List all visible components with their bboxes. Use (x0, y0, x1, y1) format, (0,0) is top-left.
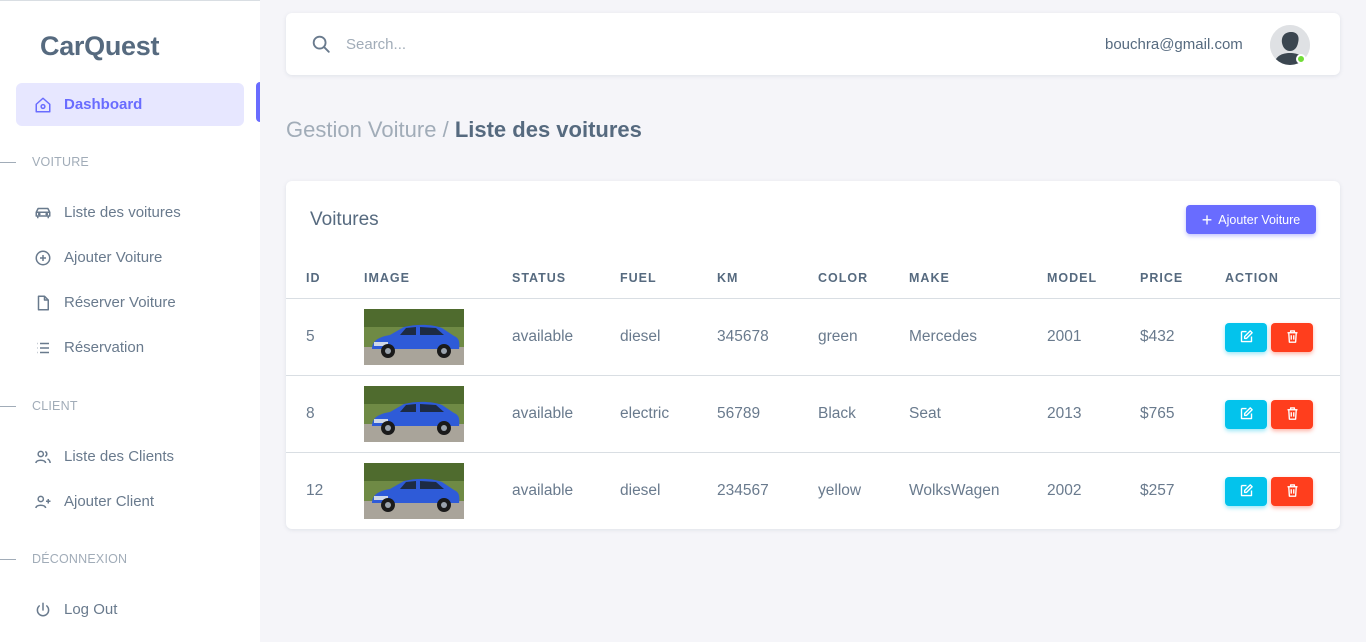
card-title: Voitures (310, 209, 379, 230)
cell-id: 12 (306, 482, 324, 499)
sidebar-item-reserver-voiture[interactable]: Réserver Voiture (16, 281, 244, 324)
column-header-action: ACTION (1225, 271, 1279, 285)
table-row: 8 available electric 56789 Black Seat 20… (286, 376, 1340, 453)
delete-button[interactable] (1271, 400, 1313, 429)
cell-model: 2002 (1047, 482, 1082, 499)
breadcrumb-parent[interactable]: Gestion Voiture (286, 117, 436, 142)
edit-button[interactable] (1225, 323, 1267, 352)
trash-icon (1285, 406, 1300, 424)
top-navbar: bouchra@gmail.com (286, 13, 1340, 75)
menu-header-client: CLIENT (0, 398, 260, 414)
trash-icon (1285, 483, 1300, 501)
plus-icon: + (1201, 209, 1213, 230)
sidebar-item-dashboard[interactable]: Dashboard (16, 83, 244, 126)
sidebar-item-label: Log Out (64, 601, 118, 618)
column-header-make: MAKE (909, 271, 950, 285)
cell-id: 5 (306, 328, 315, 345)
edit-icon (1239, 406, 1254, 424)
add-car-button[interactable]: + Ajouter Voiture (1186, 205, 1316, 234)
sidebar-item-label: Liste des Clients (64, 448, 175, 465)
cell-price: $257 (1140, 482, 1175, 499)
trash-icon (1285, 329, 1300, 347)
car-image (364, 463, 464, 519)
cell-id: 8 (306, 405, 315, 422)
sidebar: CarQuest Dashboard VOITURE Liste des voi… (0, 0, 260, 642)
car-image (364, 309, 464, 365)
user-email: bouchra@gmail.com (1105, 36, 1243, 53)
cell-fuel: electric (620, 405, 670, 422)
cell-status: available (512, 482, 574, 499)
cell-make: Seat (909, 405, 941, 422)
search-input[interactable] (346, 31, 746, 57)
cell-status: available (512, 328, 574, 345)
list-icon (34, 339, 52, 357)
sidebar-item-label: Réserver Voiture (64, 294, 176, 311)
car-icon (34, 204, 52, 222)
delete-button[interactable] (1271, 323, 1313, 352)
sidebar-item-label: Dashboard (64, 96, 143, 113)
sidebar-item-label: Ajouter Voiture (64, 249, 163, 266)
column-header-status: STATUS (512, 271, 567, 285)
column-header-fuel: FUEL (620, 271, 657, 285)
sidebar-item-logout[interactable]: Log Out (16, 588, 244, 631)
cell-make: Mercedes (909, 328, 978, 345)
menu-header-deconnexion: DÉCONNEXION (0, 551, 260, 567)
edit-button[interactable] (1225, 400, 1267, 429)
cell-make: WolksWagen (909, 482, 1000, 499)
cell-km: 345678 (717, 328, 769, 345)
sidebar-item-liste-clients[interactable]: Liste des Clients (16, 435, 244, 478)
page-title: Liste des voitures (454, 117, 642, 142)
cell-color: green (818, 328, 858, 345)
user-plus-icon (34, 493, 52, 511)
sidebar-item-liste-voitures[interactable]: Liste des voitures (16, 191, 244, 234)
cell-fuel: diesel (620, 328, 661, 345)
cell-color: yellow (818, 482, 862, 499)
table-row: 5 available diesel 345678 green Mercedes… (286, 299, 1340, 376)
edit-icon (1239, 329, 1254, 347)
cell-price: $432 (1140, 328, 1175, 345)
edit-icon (1239, 483, 1254, 501)
brand-logo[interactable]: CarQuest (40, 31, 159, 62)
menu-header-voiture: VOITURE (0, 154, 260, 170)
column-header-image: IMAGE (364, 271, 410, 285)
column-header-id: ID (306, 271, 321, 285)
column-header-price: PRICE (1140, 271, 1184, 285)
breadcrumb: Gestion Voiture / Liste des voitures (286, 117, 642, 143)
cell-km: 234567 (717, 482, 769, 499)
sidebar-item-reservation[interactable]: Réservation (16, 326, 244, 369)
search-icon[interactable] (310, 33, 332, 55)
sidebar-item-ajouter-client[interactable]: Ajouter Client (16, 480, 244, 523)
table-row: 12 available diesel 234567 yellow WolksW… (286, 453, 1340, 530)
edit-button[interactable] (1225, 477, 1267, 506)
delete-button[interactable] (1271, 477, 1313, 506)
cell-color: Black (818, 405, 856, 422)
home-icon (34, 96, 52, 114)
online-status-dot (1296, 54, 1306, 64)
cell-status: available (512, 405, 574, 422)
cell-price: $765 (1140, 405, 1175, 422)
sidebar-item-label: Ajouter Client (64, 493, 155, 510)
file-icon (34, 294, 52, 312)
column-header-color: COLOR (818, 271, 869, 285)
sidebar-item-label: Liste des voitures (64, 204, 181, 221)
power-icon (34, 601, 52, 619)
car-image (364, 386, 464, 442)
sidebar-item-label: Réservation (64, 339, 145, 356)
breadcrumb-separator: / (442, 117, 449, 142)
cell-km: 56789 (717, 405, 761, 422)
cars-card: Voitures + Ajouter Voiture ID IMAGE STAT… (286, 181, 1340, 529)
cell-fuel: diesel (620, 482, 661, 499)
users-icon (34, 448, 52, 466)
cell-model: 2013 (1047, 405, 1082, 422)
cell-model: 2001 (1047, 328, 1082, 345)
column-header-model: MODEL (1047, 271, 1098, 285)
column-header-km: KM (717, 271, 739, 285)
sidebar-item-ajouter-voiture[interactable]: Ajouter Voiture (16, 236, 244, 279)
plus-circle-icon (34, 249, 52, 267)
table-header: ID IMAGE STATUS FUEL KM COLOR MAKE MODEL… (286, 261, 1340, 299)
active-indicator (256, 82, 260, 122)
